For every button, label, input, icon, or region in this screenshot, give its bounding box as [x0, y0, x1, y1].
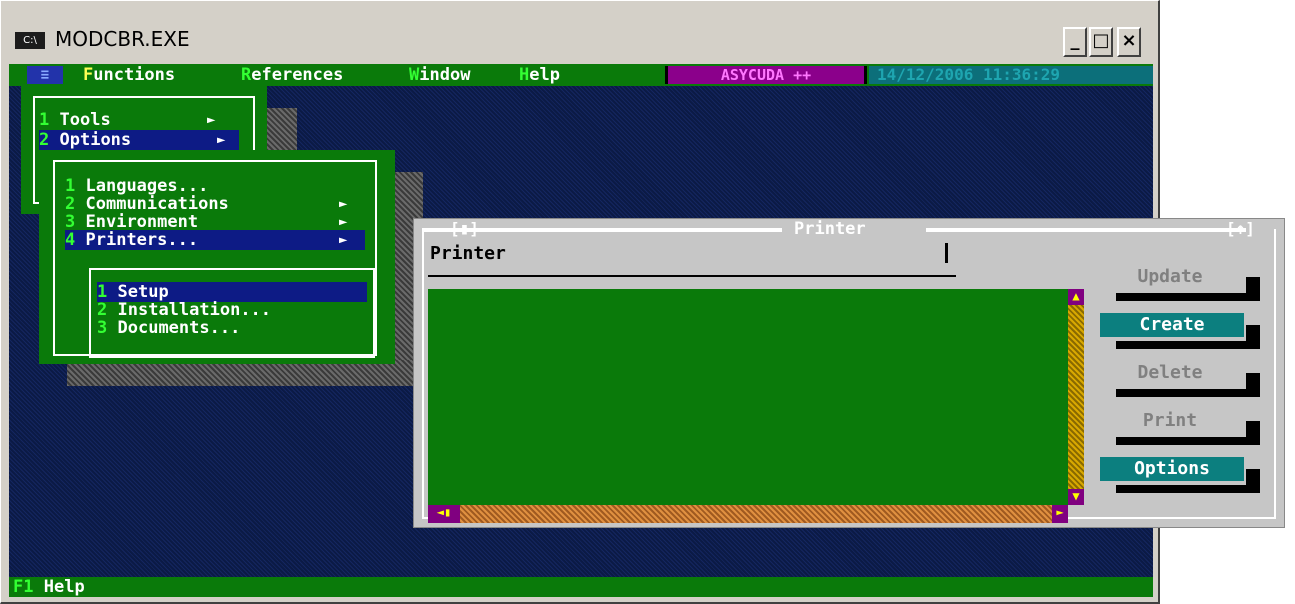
printer-column-header: Printer — [430, 243, 506, 264]
scroll-left-icon[interactable]: ◄▮ — [428, 505, 460, 523]
submenu-arrow-icon: ► — [339, 214, 348, 230]
menu-item-documents[interactable]: 3 Documents... — [97, 318, 367, 338]
menu-item-installation[interactable]: 2 Installation... — [97, 300, 367, 320]
submenu-arrow-icon: ► — [339, 196, 348, 212]
system-menu-icon[interactable]: ≡ — [27, 66, 63, 84]
menu-item-environment[interactable]: 3 Environment — [65, 212, 365, 232]
menu-window[interactable]: Window — [409, 64, 470, 86]
title-bar[interactable]: C:\ MODCBR.EXE _ □ × — [3, 7, 1155, 63]
status-help-label[interactable]: Help — [44, 577, 85, 597]
dialog-title-line — [926, 228, 1246, 232]
printer-list[interactable] — [428, 289, 1068, 505]
menu-functions[interactable]: Functions — [83, 64, 175, 86]
menu-item-setup[interactable]: 1 Setup — [97, 282, 367, 302]
dialog-title: Printer — [794, 219, 866, 239]
submenu-arrow-icon: ► — [207, 112, 216, 128]
button-shadow — [1116, 341, 1260, 349]
horizontal-scrollbar[interactable]: ◄▮ ► — [428, 505, 1068, 523]
header-divider — [428, 275, 956, 277]
menu-bar: ≡ Functions References Window Help ASYCU… — [9, 64, 1153, 86]
print-button[interactable]: Print — [1100, 409, 1240, 433]
button-shadow — [1116, 389, 1260, 397]
button-shadow — [1116, 293, 1260, 301]
menu-help[interactable]: Help — [519, 64, 560, 86]
minimize-button[interactable]: _ — [1063, 27, 1087, 57]
vertical-scrollbar[interactable]: ▲ ▼ — [1068, 289, 1084, 505]
datetime-display: 14/12/2006 11:36:29 — [869, 66, 1153, 84]
menu-item-options[interactable]: 2 Options — [39, 130, 239, 150]
menu-item-languages[interactable]: 1 Languages... — [65, 176, 365, 196]
console-app-icon[interactable]: C:\ — [15, 32, 45, 49]
submenu-arrow-icon: ► — [339, 232, 348, 248]
scroll-up-icon[interactable]: ▲ — [1068, 289, 1084, 305]
dialog-close-icon[interactable]: [▮] — [450, 219, 479, 238]
options-button[interactable]: Options — [1100, 457, 1244, 481]
update-button[interactable]: Update — [1100, 265, 1240, 289]
submenu-arrow-icon: ► — [217, 132, 226, 148]
scroll-right-icon[interactable]: ► — [1052, 505, 1068, 523]
asycuda-badge: ASYCUDA ++ — [665, 66, 867, 84]
dialog-maximize-icon[interactable]: [↑] — [1226, 219, 1255, 238]
menu-item-printers[interactable]: 4 Printers... — [65, 230, 365, 250]
close-button[interactable]: × — [1117, 27, 1141, 57]
maximize-button[interactable]: □ — [1089, 27, 1113, 57]
window-title: MODCBR.EXE — [55, 27, 190, 51]
menu-references[interactable]: References — [241, 64, 343, 86]
status-key-f1[interactable]: F1 — [13, 577, 33, 597]
menu-item-communications[interactable]: 2 Communications — [65, 194, 365, 214]
delete-button[interactable]: Delete — [1100, 361, 1240, 385]
options-submenu: 1 Languages... 2 Communications ► 3 Envi… — [39, 150, 395, 364]
create-button[interactable]: Create — [1100, 313, 1244, 337]
button-shadow — [1116, 485, 1260, 493]
scroll-down-icon[interactable]: ▼ — [1068, 489, 1084, 505]
text-cursor — [945, 243, 948, 263]
status-bar: F1 Help — [9, 577, 1153, 597]
button-shadow — [1116, 437, 1260, 445]
printer-dialog: [▮] Printer [↑] Printer ▲ ▼ ◄▮ ► Update … — [413, 218, 1285, 528]
